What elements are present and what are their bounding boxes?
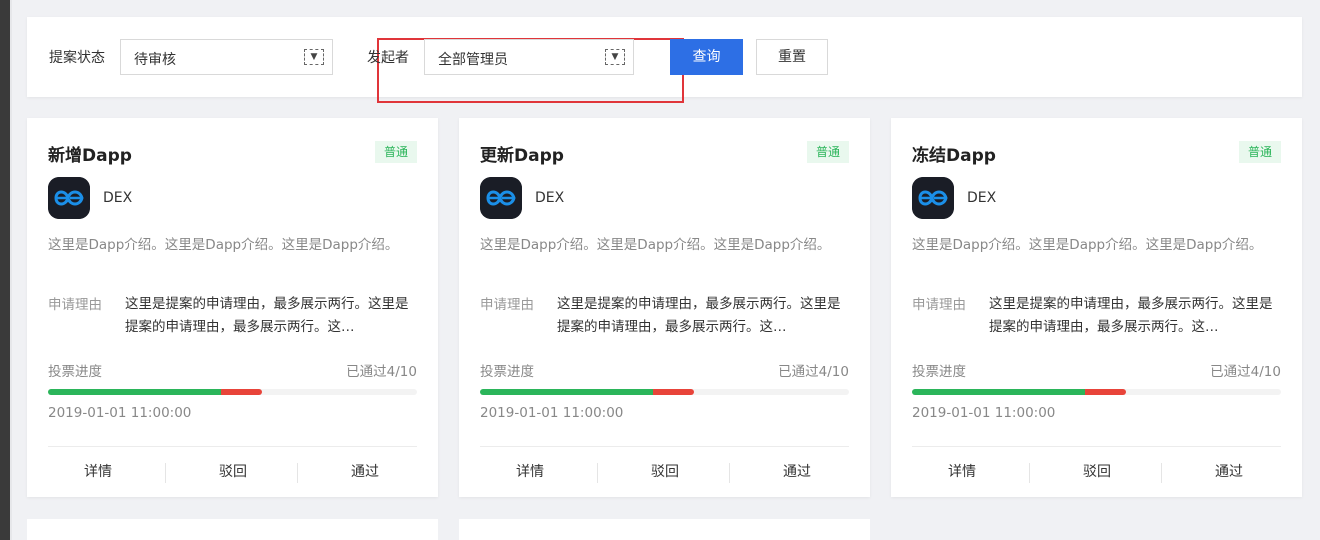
action-separator [165, 463, 166, 483]
vote-progress-bar [912, 389, 1281, 395]
progress-reject-segment [653, 389, 694, 395]
action-separator [297, 463, 298, 483]
reject-button[interactable]: 驳回 [1031, 447, 1163, 497]
progress-pass-segment [912, 389, 1085, 395]
dapp-name: DEX [535, 190, 565, 206]
vote-count: 已通过4/10 [778, 364, 849, 380]
vote-progress-label: 投票进度 [480, 364, 534, 380]
dapp-logo-icon [912, 177, 954, 219]
filter-bar: 提案状态 待审核 ▼ 发起者 全部管理员 ▼ [27, 17, 1302, 103]
chevron-down-icon[interactable]: ▼ [605, 49, 625, 65]
window-left-edge [0, 0, 10, 540]
vote-count: 已通过4/10 [346, 364, 417, 380]
reject-button[interactable]: 驳回 [599, 447, 731, 497]
chevron-down-icon[interactable]: ▼ [304, 49, 324, 65]
initiator-filter-label: 发起者 [367, 50, 409, 66]
card-title: 冻结Dapp [912, 146, 996, 166]
action-separator [597, 463, 598, 483]
initiator-select-value: 全部管理员 [438, 52, 508, 68]
query-button[interactable]: 查询 [670, 39, 743, 75]
initiator-select[interactable]: 全部管理员 ▼ [424, 39, 634, 75]
vote-progress-bar [48, 389, 417, 395]
card-type-tag: 普通 [1239, 141, 1281, 163]
progress-pass-segment [48, 389, 221, 395]
window-left-border [10, 0, 12, 540]
action-separator [1029, 463, 1030, 483]
card-type-tag: 普通 [375, 141, 417, 163]
card-type-tag: 普通 [807, 141, 849, 163]
dapp-description: 这里是Dapp介绍。这里是Dapp介绍。这里是Dapp介绍。 [480, 237, 831, 253]
proposal-timestamp: 2019-01-01 11:00:00 [480, 405, 624, 421]
card-actions: 详情 驳回 通过 [912, 447, 1281, 497]
reject-button[interactable]: 驳回 [167, 447, 299, 497]
proposal-card-partial [27, 519, 438, 540]
progress-pass-segment [480, 389, 653, 395]
reason-text: 这里是提案的申请理由，最多展示两行。这里是提案的申请理由，最多展示两行。这… [125, 296, 409, 335]
dapp-name: DEX [967, 190, 997, 206]
status-select[interactable]: 待审核 ▼ [120, 39, 333, 75]
status-select-value: 待审核 [134, 52, 176, 68]
card-title: 更新Dapp [480, 146, 564, 166]
reason-text: 这里是提案的申请理由，最多展示两行。这里是提案的申请理由，最多展示两行。这… [557, 296, 841, 335]
proposal-card: 新增Dapp 普通 DEX 这里是Dapp介绍。这里是Dapp介绍。这里是Dap… [27, 118, 438, 497]
action-separator [1161, 463, 1162, 483]
vote-progress-label: 投票进度 [48, 364, 102, 380]
action-separator [729, 463, 730, 483]
dapp-description: 这里是Dapp介绍。这里是Dapp介绍。这里是Dapp介绍。 [912, 237, 1263, 253]
approve-button[interactable]: 通过 [299, 447, 431, 497]
approve-button[interactable]: 通过 [731, 447, 863, 497]
dapp-description: 这里是Dapp介绍。这里是Dapp介绍。这里是Dapp介绍。 [48, 237, 399, 253]
reason-label: 申请理由 [48, 297, 102, 313]
progress-reject-segment [221, 389, 262, 395]
reason-text: 这里是提案的申请理由，最多展示两行。这里是提案的申请理由，最多展示两行。这… [989, 296, 1273, 335]
reset-button[interactable]: 重置 [756, 39, 828, 75]
card-actions: 详情 驳回 通过 [48, 447, 417, 497]
status-filter-label: 提案状态 [49, 50, 105, 66]
vote-progress-label: 投票进度 [912, 364, 966, 380]
dapp-name: DEX [103, 190, 133, 206]
proposal-timestamp: 2019-01-01 11:00:00 [48, 405, 192, 421]
card-actions: 详情 驳回 通过 [480, 447, 849, 497]
progress-reject-segment [1085, 389, 1126, 395]
details-button[interactable]: 详情 [480, 447, 580, 497]
reason-label: 申请理由 [912, 297, 966, 313]
approve-button[interactable]: 通过 [1163, 447, 1295, 497]
vote-progress-bar [480, 389, 849, 395]
details-button[interactable]: 详情 [48, 447, 148, 497]
vote-count: 已通过4/10 [1210, 364, 1281, 380]
details-button[interactable]: 详情 [912, 447, 1012, 497]
reason-label: 申请理由 [480, 297, 534, 313]
proposal-card: 更新Dapp 普通 DEX 这里是Dapp介绍。这里是Dapp介绍。这里是Dap… [459, 118, 870, 497]
proposal-timestamp: 2019-01-01 11:00:00 [912, 405, 1056, 421]
dapp-logo-icon [480, 177, 522, 219]
proposal-card-partial [459, 519, 870, 540]
card-title: 新增Dapp [48, 146, 132, 166]
proposal-card: 冻结Dapp 普通 DEX 这里是Dapp介绍。这里是Dapp介绍。这里是Dap… [891, 118, 1302, 497]
dapp-logo-icon [48, 177, 90, 219]
